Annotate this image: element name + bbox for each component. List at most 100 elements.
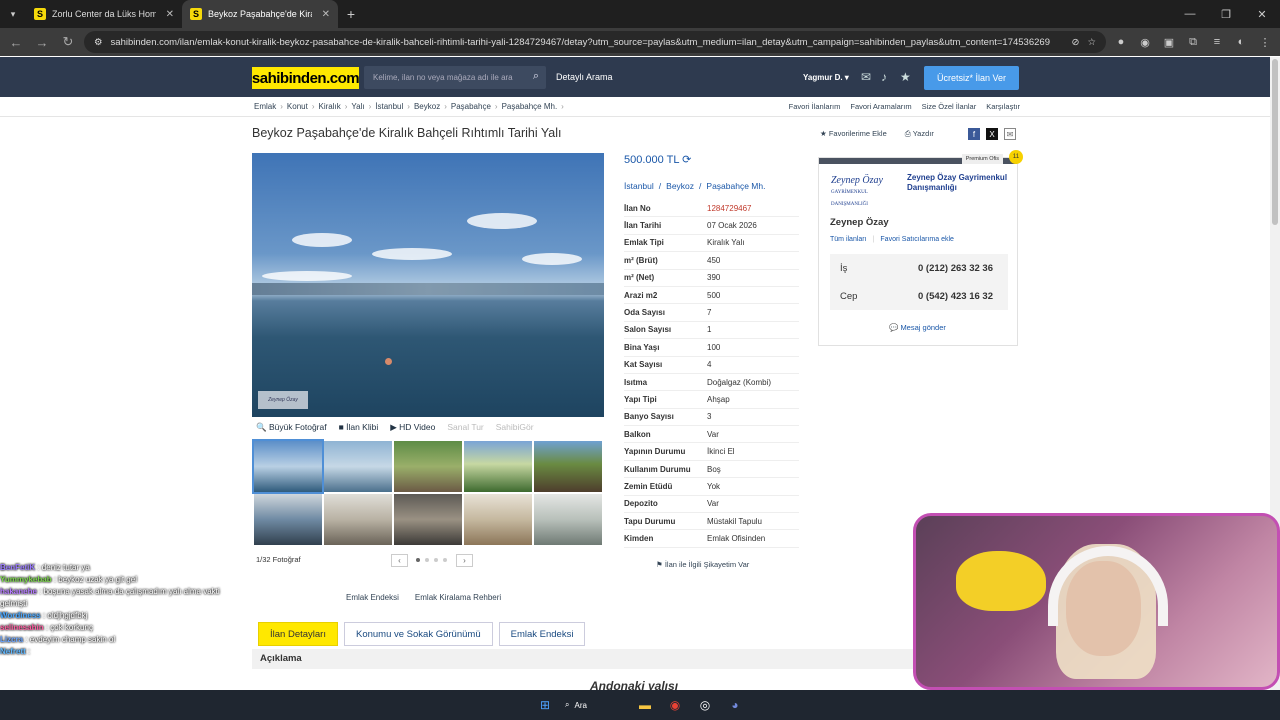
advanced-search-link[interactable]: Detaylı Arama [556, 72, 613, 82]
new-tab-icon[interactable]: + [338, 0, 364, 28]
bookmark-star-icon[interactable]: ☆ [1087, 37, 1096, 48]
user-menu[interactable]: Yagmur D. ▾ [803, 73, 849, 82]
tab-real-estate-index[interactable]: Emlak Endeksi [498, 622, 586, 646]
star-icon[interactable]: ★ [900, 70, 911, 84]
seller-company[interactable]: Zeynep Özay Gayrimenkul Danışmanlığı [907, 173, 1017, 193]
breadcrumb-item[interactable]: Konut [287, 102, 308, 111]
thumbnail[interactable] [534, 494, 602, 545]
start-icon[interactable]: ⊞ [535, 695, 555, 715]
bell-icon[interactable]: ♪ [881, 70, 887, 84]
prev-photo-icon[interactable]: ‹ [391, 554, 408, 567]
personal-listings-link[interactable]: Size Özel İlanlar [922, 102, 977, 111]
breadcrumb-item[interactable]: Paşabahçe [451, 102, 491, 111]
next-photo-icon[interactable]: › [456, 554, 473, 567]
close-window-icon[interactable]: ✕ [1244, 0, 1280, 28]
extension-icon[interactable]: ▣ [1160, 36, 1178, 49]
attribute-key: Isıtma [624, 377, 648, 387]
discord-icon[interactable]: ◕ [725, 695, 745, 715]
extensions-puzzle-icon[interactable]: ⧉ [1184, 36, 1202, 49]
restore-icon[interactable]: ❐ [1208, 0, 1244, 28]
thumbnail[interactable] [394, 494, 462, 545]
location-district[interactable]: Beykoz [666, 181, 694, 191]
taskbar-search[interactable]: ⌕ Ara [565, 695, 625, 715]
chrome-icon[interactable]: ◉ [665, 695, 685, 715]
location-neighborhood[interactable]: Paşabahçe Mh. [706, 181, 765, 191]
tab-close-icon[interactable]: ✕ [166, 9, 174, 20]
extension-icon[interactable]: ● [1112, 36, 1130, 48]
print-link[interactable]: ⎙ Yazdır [905, 129, 934, 139]
breadcrumb-item[interactable]: Kiralık [318, 102, 340, 111]
seller-logo[interactable]: Zeynep Özay GAYRİMENKUL DANIŞMANLIĞI [831, 176, 903, 208]
profile-avatar-icon[interactable]: ◐ [1232, 36, 1250, 48]
thumbnail[interactable] [254, 494, 322, 545]
thumbnail[interactable] [324, 494, 392, 545]
browser-tab-0[interactable]: S Zorlu Center da Lüks Home Ofis ✕ [26, 0, 182, 28]
thumbnail[interactable] [324, 441, 392, 492]
thumbnail[interactable] [394, 441, 462, 492]
reading-list-icon[interactable]: ≡ [1208, 36, 1226, 48]
attribute-row: Kullanım Durumu Boş [624, 461, 799, 479]
main-photo[interactable]: Zeynep Özay [252, 153, 604, 417]
browser-menu-icon[interactable]: ⋮ [1256, 36, 1274, 49]
thumbnail[interactable] [252, 439, 324, 494]
phone-row: Cep 0 (542) 423 16 32 [830, 282, 1008, 310]
complaint-link[interactable]: ⚑ İlan ile İlgili Şikayetim Var [656, 560, 749, 569]
facebook-icon[interactable]: f [968, 128, 980, 140]
eye-off-icon[interactable]: ⊘ [1072, 37, 1080, 48]
mail-icon[interactable]: ✉ [861, 70, 871, 84]
tab-listing-details[interactable]: İlan Detayları [258, 622, 338, 646]
video-clip-button[interactable]: ■ İlan Klibi [339, 422, 379, 433]
tab-close-icon[interactable]: ✕ [322, 9, 330, 20]
search-icon[interactable]: ⌕ [533, 70, 539, 83]
scrollbar-thumb[interactable] [1272, 59, 1278, 225]
attribute-value: 500 [707, 290, 721, 300]
rental-guide-link[interactable]: Emlak Kiralama Rehberi [415, 593, 501, 602]
thumbnail[interactable] [464, 494, 532, 545]
share-buttons: f X ✉ [968, 128, 1016, 140]
file-explorer-icon[interactable]: ▬ [635, 695, 655, 715]
large-photo-button[interactable]: 🔍 Büyük Fotoğraf [256, 422, 327, 433]
send-message-link[interactable]: 💬 Mesaj gönder [889, 323, 946, 332]
tab-location[interactable]: Konumu ve Sokak Görünümü [343, 622, 493, 646]
breadcrumb-item[interactable]: Paşabahçe Mh. [502, 102, 558, 111]
obs-icon[interactable]: ◎ [695, 695, 715, 715]
x-twitter-icon[interactable]: X [986, 128, 998, 140]
back-icon[interactable]: ← [6, 35, 26, 50]
phone-number[interactable]: 0 (542) 423 16 32 [918, 291, 993, 302]
price-history-icon[interactable]: ⟳ [682, 154, 691, 166]
browser-tab-1[interactable]: S Beykoz Paşabahçe'de Kiralık Bahçeli ✕ [182, 0, 338, 28]
favorite-searches-link[interactable]: Favori Aramalarım [850, 102, 911, 111]
favorite-seller-link[interactable]: Favori Satıcılarıma ekle [880, 236, 954, 243]
thumbnail[interactable] [464, 441, 532, 492]
attribute-row: m² (Brüt) 450 [624, 252, 799, 270]
minimize-icon[interactable]: — [1172, 0, 1208, 28]
post-ad-button[interactable]: Ücretsiz* İlan Ver [924, 66, 1019, 90]
phone-number[interactable]: 0 (212) 263 32 36 [918, 263, 993, 274]
real-estate-index-link[interactable]: Emlak Endeksi [346, 593, 399, 602]
search-input[interactable]: Kelime, ilan no veya mağaza adı ile ara … [364, 66, 546, 89]
tab-search-icon[interactable]: ▾ [0, 0, 26, 28]
all-listings-link[interactable]: Tüm ilanları [830, 236, 867, 243]
url-bar[interactable]: ⚙ sahibinden.com/ilan/emlak-konut-kirali… [84, 31, 1106, 53]
extension-icon[interactable]: ◉ [1136, 36, 1154, 49]
reload-icon[interactable]: ↻ [58, 34, 78, 50]
breadcrumb-item[interactable]: İstanbul [375, 102, 403, 111]
site-logo[interactable]: sahibinden.com [252, 67, 360, 89]
forward-icon[interactable]: → [32, 35, 52, 50]
tab-title: Zorlu Center da Lüks Home Ofis [52, 9, 156, 19]
breadcrumb-item[interactable]: Emlak [254, 102, 276, 111]
attribute-value: Boş [707, 464, 721, 474]
location-city[interactable]: İstanbul [624, 181, 654, 191]
email-share-icon[interactable]: ✉ [1004, 128, 1016, 140]
window-controls: — ❐ ✕ [1172, 0, 1280, 28]
add-favorite-link[interactable]: ★ Favorilerime Ekle [820, 129, 887, 139]
attribute-value: 1 [707, 325, 712, 335]
compare-link[interactable]: Karşılaştır [986, 102, 1020, 111]
hd-video-button[interactable]: ▶ HD Video [390, 422, 435, 433]
breadcrumb-item[interactable]: Beykoz [414, 102, 440, 111]
site-info-icon[interactable]: ⚙ [94, 37, 103, 48]
thumbnail[interactable] [534, 441, 602, 492]
favorite-listings-link[interactable]: Favori İlanlarım [789, 102, 841, 111]
taskbar-search-label: Ara [574, 700, 587, 710]
breadcrumb-item[interactable]: Yalı [351, 102, 364, 111]
